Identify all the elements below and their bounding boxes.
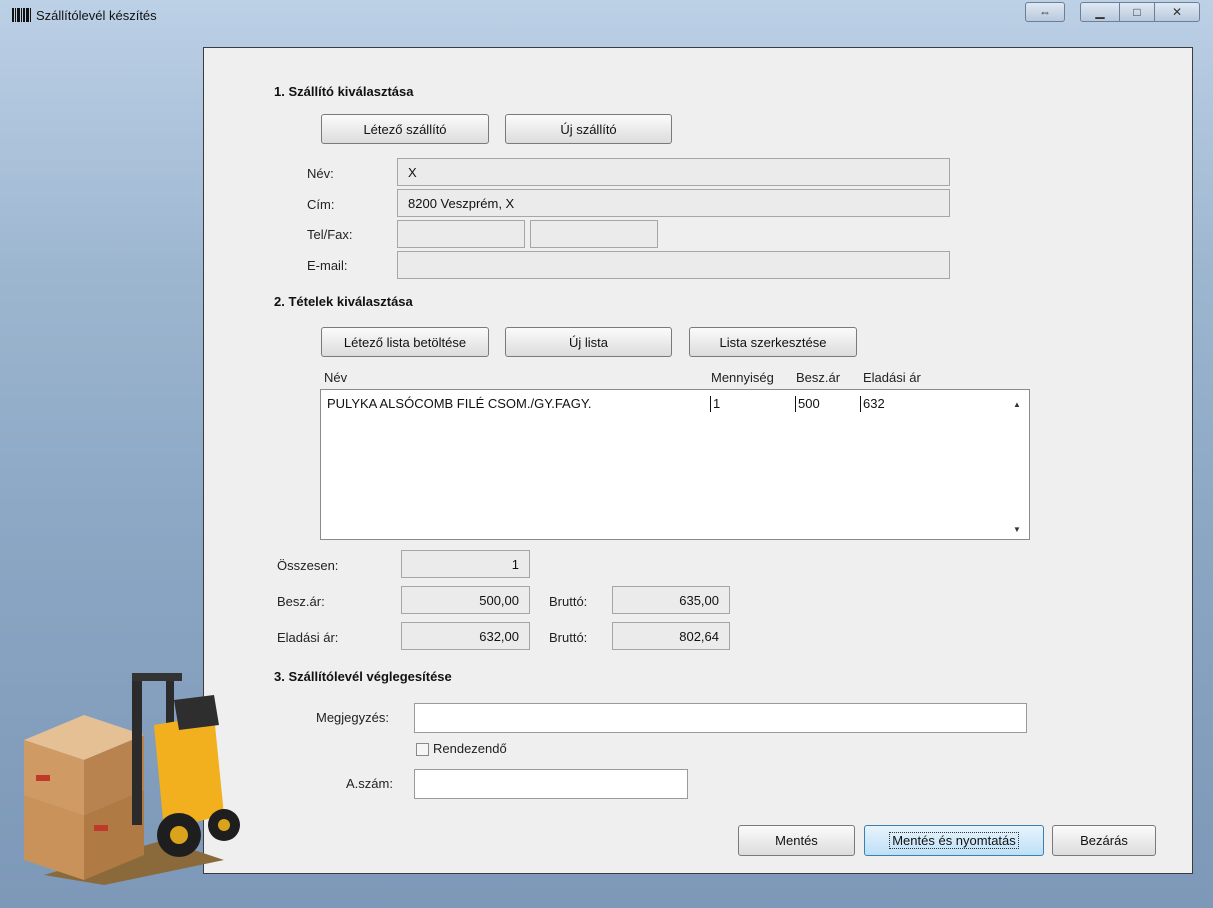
sell-price-label: Eladási ár: bbox=[277, 630, 339, 645]
existing-supplier-button[interactable]: Létező szállító bbox=[321, 114, 489, 144]
buy-gross-label: Bruttó: bbox=[549, 594, 588, 609]
close-button[interactable]: Bezárás bbox=[1052, 825, 1156, 856]
name-label: Név: bbox=[307, 166, 334, 181]
section-supplier-title: 1. Szállító kiválasztása bbox=[274, 84, 414, 99]
buy-gross-field: 635,00 bbox=[612, 586, 730, 614]
supplier-address-field[interactable]: 8200 Veszprém, X bbox=[397, 189, 950, 217]
barcode-icon bbox=[12, 8, 32, 22]
sell-gross-label: Bruttó: bbox=[549, 630, 588, 645]
window-title: Szállítólevél készítés bbox=[36, 8, 157, 23]
note-label: Megjegyzés: bbox=[316, 710, 389, 725]
tel-field[interactable] bbox=[397, 220, 525, 248]
column-separator bbox=[795, 396, 796, 412]
existing-supplier-label: Létező szállító bbox=[363, 121, 447, 137]
maximize-icon: □ bbox=[1133, 5, 1141, 19]
email-field[interactable] bbox=[397, 251, 950, 279]
items-list[interactable]: PULYKA ALSÓCOMB FILÉ CSOM./GY.FAGY. 1 50… bbox=[320, 389, 1030, 540]
close-window-button[interactable]: ✕ bbox=[1154, 2, 1200, 22]
address-label: Cím: bbox=[307, 197, 335, 212]
buy-price-label: Besz.ár: bbox=[277, 594, 325, 609]
number-label: A.szám: bbox=[346, 776, 393, 791]
save-label: Mentés bbox=[775, 833, 818, 848]
note-field[interactable] bbox=[414, 703, 1027, 733]
fax-field[interactable] bbox=[530, 220, 658, 248]
title-bar: Szállítólevél készítés ⇔ ▁ □ ✕ bbox=[0, 0, 1213, 30]
close-icon: ✕ bbox=[1171, 5, 1183, 19]
forklift-illustration bbox=[24, 673, 240, 885]
edit-list-button[interactable]: Lista szerkesztése bbox=[689, 327, 857, 357]
resize-button[interactable]: ⇔ bbox=[1025, 2, 1065, 22]
minimize-icon: ▁ bbox=[1095, 5, 1105, 19]
sortable-checkbox-label: Rendezendő bbox=[433, 741, 507, 756]
total-label: Összesen: bbox=[277, 558, 339, 573]
sell-gross-field: 802,64 bbox=[612, 622, 730, 650]
total-field: 1 bbox=[401, 550, 530, 578]
new-list-label: Új lista bbox=[568, 334, 608, 350]
list-scrollbar[interactable]: ▲ ▼ bbox=[1007, 390, 1029, 539]
telfax-label: Tel/Fax: bbox=[307, 227, 353, 242]
column-header-buy-price: Besz.ár bbox=[796, 370, 841, 385]
item-buy-price: 500 bbox=[798, 396, 820, 411]
main-panel: 1. Szállító kiválasztása Létező szállító… bbox=[203, 47, 1193, 874]
column-separator bbox=[710, 396, 711, 412]
column-header-name: Név bbox=[324, 370, 348, 385]
item-sell-price: 632 bbox=[863, 396, 885, 411]
new-supplier-button[interactable]: Új szállító bbox=[505, 114, 672, 144]
supplier-name-field[interactable]: X bbox=[397, 158, 950, 186]
section-items-title: 2. Tételek kiválasztása bbox=[274, 294, 413, 309]
section-finalize-title: 3. Szállítólevél véglegesítése bbox=[274, 669, 452, 684]
scroll-down-icon[interactable]: ▼ bbox=[1013, 525, 1021, 534]
scroll-up-icon[interactable]: ▲ bbox=[1013, 400, 1021, 409]
new-supplier-label: Új szállító bbox=[560, 121, 617, 137]
column-header-quantity: Mennyiség bbox=[711, 370, 774, 385]
column-separator bbox=[860, 396, 861, 412]
list-item[interactable]: PULYKA ALSÓCOMB FILÉ CSOM./GY.FAGY. 1 50… bbox=[321, 390, 1007, 418]
save-and-print-label: Mentés és nyomtatás bbox=[889, 832, 1019, 849]
number-field[interactable] bbox=[414, 769, 688, 799]
sortable-checkbox[interactable] bbox=[416, 743, 429, 756]
buy-price-field: 500,00 bbox=[401, 586, 530, 614]
save-button[interactable]: Mentés bbox=[738, 825, 855, 856]
email-label: E-mail: bbox=[307, 258, 348, 273]
maximize-button[interactable]: □ bbox=[1119, 2, 1155, 22]
minimize-button[interactable]: ▁ bbox=[1080, 2, 1120, 22]
load-list-button[interactable]: Létező lista betöltése bbox=[321, 327, 489, 357]
item-quantity: 1 bbox=[713, 396, 721, 411]
close-label: Bezárás bbox=[1080, 833, 1128, 848]
edit-list-label: Lista szerkesztése bbox=[719, 334, 827, 350]
new-list-button[interactable]: Új lista bbox=[505, 327, 672, 357]
item-name: PULYKA ALSÓCOMB FILÉ CSOM./GY.FAGY. bbox=[327, 396, 592, 411]
resize-icon: ⇔ bbox=[1039, 5, 1051, 19]
save-and-print-button[interactable]: Mentés és nyomtatás bbox=[864, 825, 1044, 856]
sell-price-field: 632,00 bbox=[401, 622, 530, 650]
load-list-label: Létező lista betöltése bbox=[343, 334, 467, 350]
column-header-sell-price: Eladási ár bbox=[863, 370, 921, 385]
